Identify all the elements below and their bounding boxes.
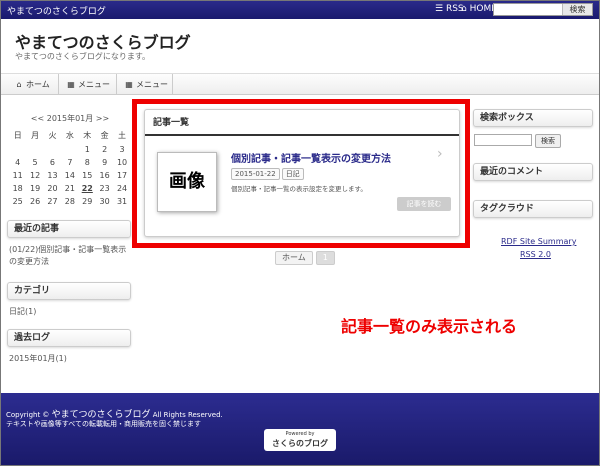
- calendar-weekday: 月: [31, 131, 40, 140]
- grid-icon: ▦: [125, 80, 133, 89]
- page-frame: やまてつのさくらブログ ☰ RSS ⌂ HOME 検索 やまてつのさくらブログ …: [0, 0, 600, 466]
- pager: ホーム 1: [275, 251, 338, 265]
- nav-item-home[interactable]: ⌂ ホーム: [7, 74, 59, 95]
- sidebar-search-button[interactable]: 検索: [535, 134, 561, 148]
- red-highlight-box: [132, 99, 470, 248]
- archive-item[interactable]: 2015年01月(1): [9, 353, 67, 365]
- calendar-day: 9: [102, 158, 108, 167]
- calendar-header[interactable]: << 2015年01月 >>: [9, 113, 131, 124]
- calendar-weekday: 水: [65, 131, 74, 140]
- site-header: やまてつのさくらブログ やまてつのさくらブログになります。: [1, 19, 599, 73]
- calendar-day: 3: [119, 145, 125, 154]
- recent-comments-heading: 最近のコメント: [473, 163, 593, 181]
- copyright-prefix: Copyright ©: [6, 411, 50, 419]
- calendar-day: 19: [29, 184, 41, 193]
- pager-current-page: 1: [315, 251, 335, 265]
- global-nav: ⌂ ホーム ▦ メニュー ▦ メニュー: [1, 73, 599, 95]
- calendar-day: 8: [84, 158, 90, 167]
- calendar-day: [61, 145, 78, 154]
- calendar-day: 14: [64, 171, 75, 180]
- calendar-day: [26, 145, 43, 154]
- calendar-day: 15: [82, 171, 93, 180]
- calendar-day: 27: [47, 197, 58, 206]
- calendar-day: 2: [102, 145, 108, 154]
- home-icon: ⌂: [16, 80, 22, 89]
- calendar-day: [9, 145, 26, 154]
- topbar-search-button[interactable]: 検索: [562, 4, 592, 15]
- powered-by-text: Powered by: [285, 431, 315, 437]
- topbar-site-name[interactable]: やまてつのさくらブログ: [7, 4, 106, 17]
- calendar-day: 17: [116, 171, 128, 180]
- calendar-weekday: 木: [83, 131, 92, 140]
- nav-item-menu-1[interactable]: ▦ メニュー: [59, 74, 117, 95]
- calendar-day: 28: [64, 197, 75, 206]
- tag-cloud-heading: タグクラウド: [473, 200, 593, 218]
- rss2-link[interactable]: RSS 2.0: [520, 250, 551, 259]
- sidebar-search-input[interactable]: [474, 134, 532, 146]
- archive-heading: 過去ログ: [7, 329, 131, 347]
- calendar-day: 1: [84, 145, 90, 154]
- topbar-search-input[interactable]: 検索: [493, 3, 593, 16]
- nav-item-label: メニュー: [136, 80, 168, 89]
- recent-post-link[interactable]: (01/22)個別記事・記事一覧表示の変更方法: [9, 244, 131, 268]
- calendar-day: 4: [15, 158, 21, 167]
- calendar-day: 29: [82, 197, 93, 206]
- rss-link[interactable]: ☰ RSS: [435, 4, 464, 14]
- calendar-weekday: 日: [13, 131, 22, 140]
- calendar-day: 31: [116, 197, 128, 206]
- calendar-day: 23: [99, 184, 110, 193]
- calendar-day: 12: [29, 171, 41, 180]
- calendar-day: 24: [116, 184, 128, 193]
- calendar-widget: << 2015年01月 >> 日月火水木金土 1 2 3 4 5 6 7 8 9 10 11 12 13 1…: [9, 113, 131, 206]
- calendar-day[interactable]: 22: [79, 184, 96, 193]
- home-icon: ⌂: [461, 4, 467, 14]
- grid-icon: ▦: [67, 80, 75, 89]
- footer-note: テキストや画像等すべての転載転用・商用販売を固く禁じます: [6, 420, 202, 428]
- nav-item-label: ホーム: [26, 80, 50, 89]
- search-box-heading: 検索ボックス: [473, 109, 593, 127]
- pager-home-button[interactable]: ホーム: [275, 251, 313, 265]
- calendar-weekday: 土: [118, 131, 127, 140]
- sakura-blog-logo: さくらのブログ: [272, 439, 328, 448]
- category-heading: カテゴリ: [7, 282, 131, 300]
- recent-posts-heading: 最近の記事: [7, 220, 131, 238]
- rdf-link[interactable]: RDF Site Summary: [501, 237, 576, 246]
- calendar-day: 6: [49, 158, 56, 167]
- calendar-day: 16: [99, 171, 110, 180]
- calendar-day: 13: [47, 171, 58, 180]
- calendar-day: 21: [64, 184, 75, 193]
- blog-title[interactable]: やまてつのさくらブログ: [15, 29, 191, 53]
- nav-item-menu-2[interactable]: ▦ メニュー: [117, 74, 173, 95]
- top-bar: やまてつのさくらブログ ☰ RSS ⌂ HOME 検索: [1, 1, 599, 19]
- calendar-day: 25: [12, 197, 23, 206]
- rss-icon: ☰: [435, 4, 444, 14]
- calendar-day: 26: [29, 197, 41, 206]
- calendar-grid: 日月火水木金土 1 2 3 4 5 6 7 8 9 10 11 12 13 14 15 16 17 18 19 20 21…: [9, 130, 131, 206]
- calendar-day: 5: [32, 158, 38, 167]
- calendar-weekday: 金: [100, 131, 109, 140]
- powered-by-badge[interactable]: Powered by さくらのブログ: [264, 429, 336, 451]
- site-footer: Copyright © やまてつのさくらブログ All Rights Reser…: [1, 393, 599, 465]
- nav-item-label: メニュー: [78, 80, 110, 89]
- calendar-day: 18: [12, 184, 23, 193]
- home-link[interactable]: ⌂ HOME: [461, 4, 497, 14]
- calendar-day: 10: [116, 158, 128, 167]
- calendar-day: 20: [47, 184, 58, 193]
- calendar-day: 30: [99, 197, 110, 206]
- category-item[interactable]: 日記(1): [9, 306, 36, 318]
- copyright-suffix: All Rights Reserved.: [152, 411, 223, 419]
- blog-description: やまてつのさくらブログになります。: [15, 52, 151, 61]
- annotation-callout: 記事一覧のみ表示される: [341, 317, 518, 336]
- calendar-weekday: 火: [48, 131, 57, 140]
- calendar-day: 7: [67, 158, 73, 167]
- calendar-day: 11: [12, 171, 23, 180]
- calendar-day: [44, 145, 61, 154]
